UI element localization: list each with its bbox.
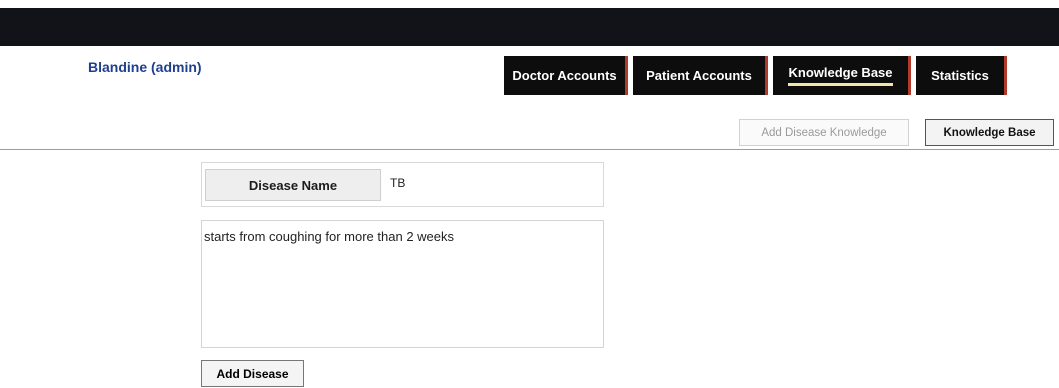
nav-statistics[interactable]: Statistics — [916, 56, 1007, 95]
disease-name-label: Disease Name — [205, 169, 381, 201]
nav-doctor-accounts-label: Doctor Accounts — [512, 68, 617, 83]
nav-patient-accounts-label: Patient Accounts — [646, 68, 752, 83]
add-disease-knowledge-button[interactable]: Add Disease Knowledge — [739, 119, 909, 146]
nav-knowledge-base-label: Knowledge Base — [788, 65, 893, 86]
user-name: Blandine (admin) — [88, 59, 202, 75]
nav-patient-accounts[interactable]: Patient Accounts — [633, 56, 768, 95]
nav-statistics-label: Statistics — [931, 68, 989, 83]
disease-name-field[interactable]: TB — [390, 176, 405, 190]
knowledge-base-button[interactable]: Knowledge Base — [925, 119, 1054, 146]
top-header-bar — [0, 8, 1059, 46]
header-divider — [0, 149, 1059, 150]
nav-doctor-accounts[interactable]: Doctor Accounts — [504, 56, 628, 95]
add-disease-button[interactable]: Add Disease — [201, 360, 304, 387]
disease-description-textarea[interactable]: starts from coughing for more than 2 wee… — [201, 220, 604, 348]
nav-knowledge-base[interactable]: Knowledge Base — [773, 56, 911, 95]
